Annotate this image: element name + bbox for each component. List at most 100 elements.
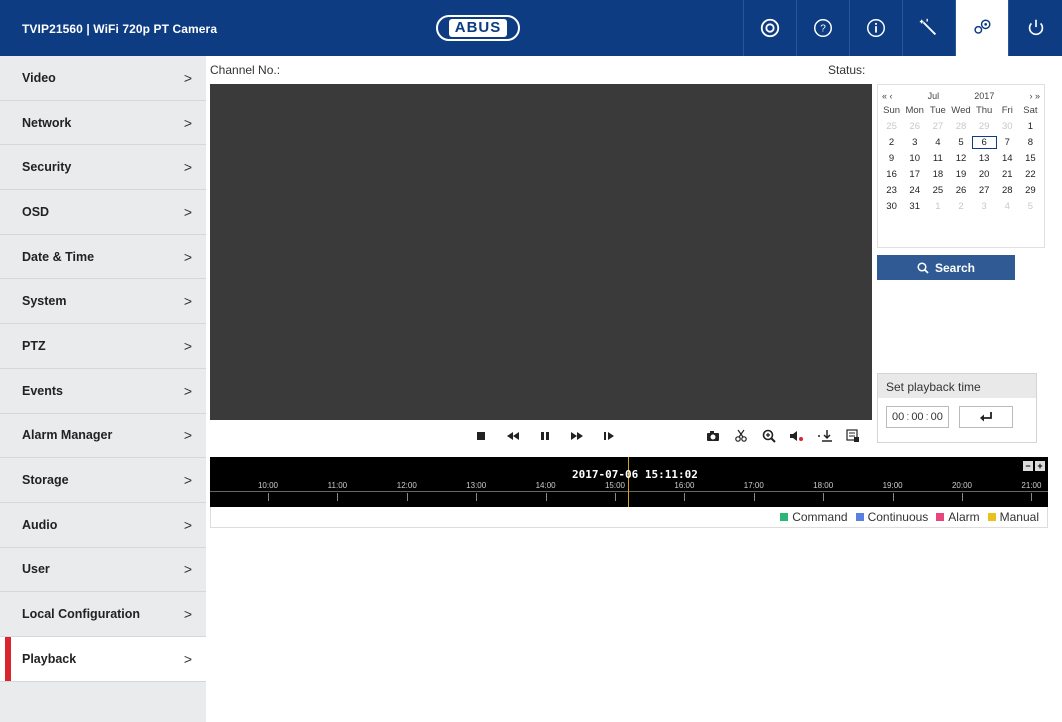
playback-time-input[interactable]: 00 : 00 : 00	[886, 406, 949, 428]
calendar-day[interactable]: 3	[973, 201, 996, 212]
calendar-day[interactable]: 29	[973, 121, 996, 132]
sidebar-item-osd[interactable]: OSD >	[0, 190, 206, 235]
capture-button[interactable]	[702, 426, 724, 446]
single-frame-button[interactable]	[598, 426, 620, 446]
calendar-day[interactable]: 5	[1019, 201, 1042, 212]
sidebar-item-date-time[interactable]: Date & Time >	[0, 235, 206, 280]
sidebar-item-user[interactable]: User >	[0, 548, 206, 593]
calendar-day[interactable]: 3	[903, 137, 926, 148]
minute-field[interactable]: 00	[909, 411, 925, 423]
sidebar-item-storage[interactable]: Storage >	[0, 458, 206, 503]
fast-forward-button[interactable]	[566, 426, 588, 446]
calendar-day[interactable]: 8	[1019, 137, 1042, 148]
zoom-in-button[interactable]: +	[1035, 461, 1045, 471]
next-month-button[interactable]: ›	[1029, 91, 1032, 101]
calendar-day[interactable]: 10	[903, 153, 926, 164]
timeline-tick	[1031, 493, 1033, 501]
calendar-day[interactable]: 17	[903, 169, 926, 180]
chevron-right-icon: >	[183, 516, 192, 533]
sidebar-item-local-configuration[interactable]: Local Configuration >	[0, 592, 206, 637]
sidebar-item-network[interactable]: Network >	[0, 101, 206, 146]
calendar-day[interactable]: 7	[996, 137, 1019, 148]
calendar-day[interactable]: 26	[903, 121, 926, 132]
live-view-button[interactable]	[743, 0, 796, 56]
calendar-year[interactable]: 2017	[974, 91, 994, 101]
audio-button[interactable]	[786, 426, 808, 446]
calendar-day[interactable]: 19	[949, 169, 972, 180]
calendar-day[interactable]: 1	[926, 201, 949, 212]
calendar-day[interactable]: 22	[1019, 169, 1042, 180]
calendar-day[interactable]: 13	[973, 153, 996, 164]
timeline-cursor[interactable]	[628, 457, 629, 507]
sidebar-item-alarm-manager[interactable]: Alarm Manager >	[0, 414, 206, 459]
calendar-day[interactable]: 25	[880, 121, 903, 132]
calendar-day[interactable]: 31	[903, 201, 926, 212]
magic-wand-icon	[919, 18, 937, 36]
sidebar-item-audio[interactable]: Audio >	[0, 503, 206, 548]
download-button[interactable]	[814, 426, 836, 446]
wizard-button[interactable]	[902, 0, 955, 56]
calendar-day[interactable]: 2	[880, 137, 903, 148]
calendar-day[interactable]: 27	[973, 185, 996, 196]
calendar-day[interactable]: 24	[903, 185, 926, 196]
digital-zoom-button[interactable]	[758, 426, 780, 446]
calendar-day[interactable]: 11	[926, 153, 949, 164]
sidebar-item-security[interactable]: Security >	[0, 145, 206, 191]
sidebar-item-events[interactable]: Events >	[0, 369, 206, 414]
clip-button[interactable]	[730, 426, 752, 446]
calendar-day[interactable]: 15	[1019, 153, 1042, 164]
calendar-day[interactable]: 29	[1019, 185, 1042, 196]
calendar-day[interactable]: 30	[996, 121, 1019, 132]
next-year-button[interactable]: »	[1035, 91, 1040, 101]
calendar-day[interactable]: 21	[996, 169, 1019, 180]
pause-button[interactable]	[534, 426, 556, 446]
sidebar-item-video[interactable]: Video >	[0, 56, 206, 101]
calendar-day[interactable]: 26	[949, 185, 972, 196]
speaker-muted-icon	[790, 431, 803, 441]
sidebar-item-ptz[interactable]: PTZ >	[0, 324, 206, 369]
calendar-day[interactable]: 20	[973, 169, 996, 180]
calendar-day[interactable]: 16	[880, 169, 903, 180]
calendar-day[interactable]: 4	[926, 137, 949, 148]
stop-button[interactable]	[470, 426, 492, 446]
chevron-right-icon: >	[183, 69, 192, 86]
calendar-month[interactable]: Jul	[928, 91, 940, 101]
calendar-day[interactable]: 9	[880, 153, 903, 164]
prev-year-button[interactable]: «	[882, 91, 887, 101]
prev-month-button[interactable]: ‹	[890, 91, 893, 101]
video-player[interactable]	[210, 84, 872, 420]
calendar-day[interactable]: 12	[949, 153, 972, 164]
apply-time-button[interactable]	[958, 406, 1013, 428]
help-button[interactable]: ?	[796, 0, 849, 56]
second-field[interactable]: 00	[929, 411, 945, 423]
chevron-right-icon: >	[183, 472, 192, 489]
calendar-day[interactable]: 23	[880, 185, 903, 196]
calendar-day[interactable]: 14	[996, 153, 1019, 164]
scissors-icon	[735, 429, 747, 442]
calendar-day[interactable]: 18	[926, 169, 949, 180]
configuration-button[interactable]	[955, 0, 1008, 56]
timeline-tick-label: 10:00	[257, 481, 279, 490]
batch-download-button[interactable]	[842, 426, 864, 446]
calendar-day[interactable]: 6	[971, 136, 997, 149]
calendar-day[interactable]: 27	[926, 121, 949, 132]
calendar-day[interactable]: 25	[926, 185, 949, 196]
timeline-tick-label: 16:00	[674, 481, 695, 490]
calendar-day[interactable]: 28	[996, 185, 1019, 196]
calendar-day[interactable]: 1	[1019, 121, 1042, 132]
slow-down-button[interactable]	[502, 426, 524, 446]
sidebar-item-playback[interactable]: Playback >	[0, 636, 206, 682]
hour-field[interactable]: 00	[890, 411, 906, 423]
calendar-day[interactable]: 2	[949, 201, 972, 212]
logout-button[interactable]	[1008, 0, 1062, 56]
calendar-day[interactable]: 30	[880, 201, 903, 212]
search-button[interactable]: Search	[877, 255, 1015, 280]
playback-timeline[interactable]: 10:00 11:00 12:00 13:00 14:00 15:00 16:00 17:00…	[210, 457, 1048, 507]
calendar-day[interactable]: 5	[949, 137, 972, 148]
calendar-day[interactable]: 28	[949, 121, 972, 132]
sidebar-item-system[interactable]: System >	[0, 279, 206, 325]
sidebar-item-label: Events	[22, 383, 63, 398]
info-button[interactable]	[849, 0, 902, 56]
calendar-day[interactable]: 4	[996, 201, 1019, 212]
zoom-out-button[interactable]: −	[1023, 461, 1033, 471]
